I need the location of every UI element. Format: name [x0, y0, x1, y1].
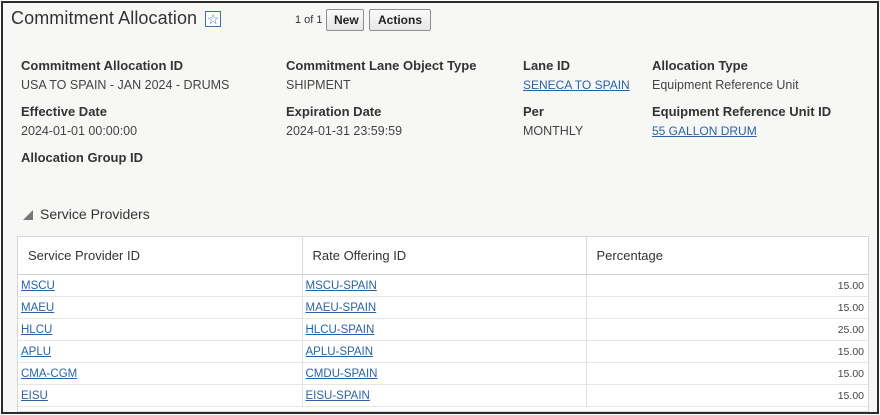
table-row: APLU APLU-SPAIN 15.00 — [18, 340, 868, 363]
cell-provider: HLCU — [18, 318, 303, 341]
cell-percentage: 15.00 — [586, 274, 868, 297]
provider-link[interactable]: MAEU — [21, 302, 54, 314]
column-header-percentage[interactable]: Percentage — [586, 237, 868, 275]
cell-rate: HLCU-SPAIN — [302, 318, 587, 341]
cell-rate: CMDU-SPAIN — [302, 362, 587, 385]
field-label: Lane ID — [523, 58, 570, 73]
table-row: MAEU MAEU-SPAIN 15.00 — [18, 296, 868, 319]
field-commitment-allocation-id: Commitment Allocation ID USA TO SPAIN - … — [21, 58, 229, 92]
field-expiration-date: Expiration Date 2024-01-31 23:59:59 — [286, 104, 402, 138]
table-row: MSCU MSCU-SPAIN 15.00 — [18, 274, 868, 297]
cell-percentage: 15.00 — [586, 296, 868, 319]
rate-offering-link[interactable]: MSCU-SPAIN — [306, 280, 377, 292]
field-value: SHIPMENT — [286, 78, 351, 92]
actions-button[interactable]: Actions — [369, 9, 431, 31]
field-effective-date: Effective Date 2024-01-01 00:00:00 — [21, 104, 137, 138]
field-label: Commitment Allocation ID — [21, 58, 184, 73]
field-label: Commitment Lane Object Type — [286, 58, 477, 73]
provider-link[interactable]: EISU — [21, 390, 48, 402]
cell-rate: APLU-SPAIN — [302, 340, 587, 363]
service-providers-table: Service Provider ID Rate Offering ID Per… — [17, 236, 869, 412]
page-title: Commitment Allocation — [11, 8, 198, 28]
field-value: 2024-01-01 00:00:00 — [21, 124, 138, 138]
new-button[interactable]: New — [326, 9, 364, 31]
column-header-service-provider-id[interactable]: Service Provider ID — [18, 237, 303, 275]
cell-rate: MSCU-SPAIN — [302, 274, 587, 297]
field-label: Per — [523, 104, 544, 119]
provider-link[interactable]: MSCU — [21, 280, 55, 292]
table-row: CMA-CGM CMDU-SPAIN 15.00 — [18, 362, 868, 385]
lane-id-link[interactable]: SENECA TO SPAIN — [523, 78, 630, 92]
cell-rate: MAEU-SPAIN — [302, 296, 587, 319]
field-per: Per MONTHLY — [523, 104, 583, 138]
field-label: Allocation Group ID — [21, 150, 144, 165]
field-label: Expiration Date — [286, 104, 382, 119]
provider-link[interactable]: CMA-CGM — [21, 368, 77, 380]
rate-offering-link[interactable]: APLU-SPAIN — [306, 346, 374, 358]
favorite-star-icon[interactable]: ☆ — [205, 10, 222, 27]
section-title: Service Providers — [40, 206, 150, 222]
cell-rate: EISU-SPAIN — [302, 384, 587, 407]
equipment-ref-unit-link[interactable]: 55 GALLON DRUM — [652, 124, 757, 138]
field-allocation-group-id: Allocation Group ID — [21, 150, 143, 165]
cell-provider: EISU — [18, 384, 303, 407]
cell-provider: MSCU — [18, 274, 303, 297]
column-header-rate-offering-id[interactable]: Rate Offering ID — [302, 237, 587, 275]
field-label: Allocation Type — [652, 58, 748, 73]
provider-link[interactable]: HLCU — [21, 324, 52, 336]
cell-percentage: 15.00 — [586, 384, 868, 407]
collapse-triangle-icon — [23, 210, 33, 220]
rate-offering-link[interactable]: HLCU-SPAIN — [306, 324, 375, 336]
provider-link[interactable]: APLU — [21, 346, 51, 358]
record-pager: 1 of 1 — [295, 14, 323, 26]
rate-offering-link[interactable]: MAEU-SPAIN — [306, 302, 377, 314]
service-providers-section-toggle[interactable]: Service Providers — [23, 206, 150, 222]
rate-offering-link[interactable]: EISU-SPAIN — [306, 390, 370, 402]
cell-provider: MAEU — [18, 296, 303, 319]
cell-provider: APLU — [18, 340, 303, 363]
field-lane-object-type: Commitment Lane Object Type SHIPMENT — [286, 58, 476, 92]
cell-percentage: 25.00 — [586, 318, 868, 341]
field-lane-id: Lane ID SENECA TO SPAIN — [523, 58, 630, 94]
field-allocation-type: Allocation Type Equipment Reference Unit — [652, 58, 799, 92]
field-value: Equipment Reference Unit — [652, 78, 799, 92]
rate-offering-link[interactable]: CMDU-SPAIN — [306, 368, 378, 380]
table-row: HLCU HLCU-SPAIN 25.00 — [18, 318, 868, 341]
cell-provider: CMA-CGM — [18, 362, 303, 385]
table-row: EISU EISU-SPAIN 15.00 — [18, 384, 868, 407]
field-label: Effective Date — [21, 104, 107, 119]
field-value: MONTHLY — [523, 124, 584, 138]
cell-percentage: 15.00 — [586, 340, 868, 363]
page-header: Commitment Allocation ☆ — [11, 8, 222, 29]
field-equipment-ref-unit-id: Equipment Reference Unit ID 55 GALLON DR… — [652, 104, 831, 140]
cell-percentage: 15.00 — [586, 362, 868, 385]
field-value: USA TO SPAIN - JAN 2024 - DRUMS — [21, 78, 230, 92]
commitment-allocation-panel: Commitment Allocation ☆ 1 of 1 New Actio… — [1, 1, 879, 414]
field-label: Equipment Reference Unit ID — [652, 104, 832, 119]
table-header-row: Service Provider ID Rate Offering ID Per… — [18, 237, 868, 275]
field-value: 2024-01-31 23:59:59 — [286, 124, 403, 138]
